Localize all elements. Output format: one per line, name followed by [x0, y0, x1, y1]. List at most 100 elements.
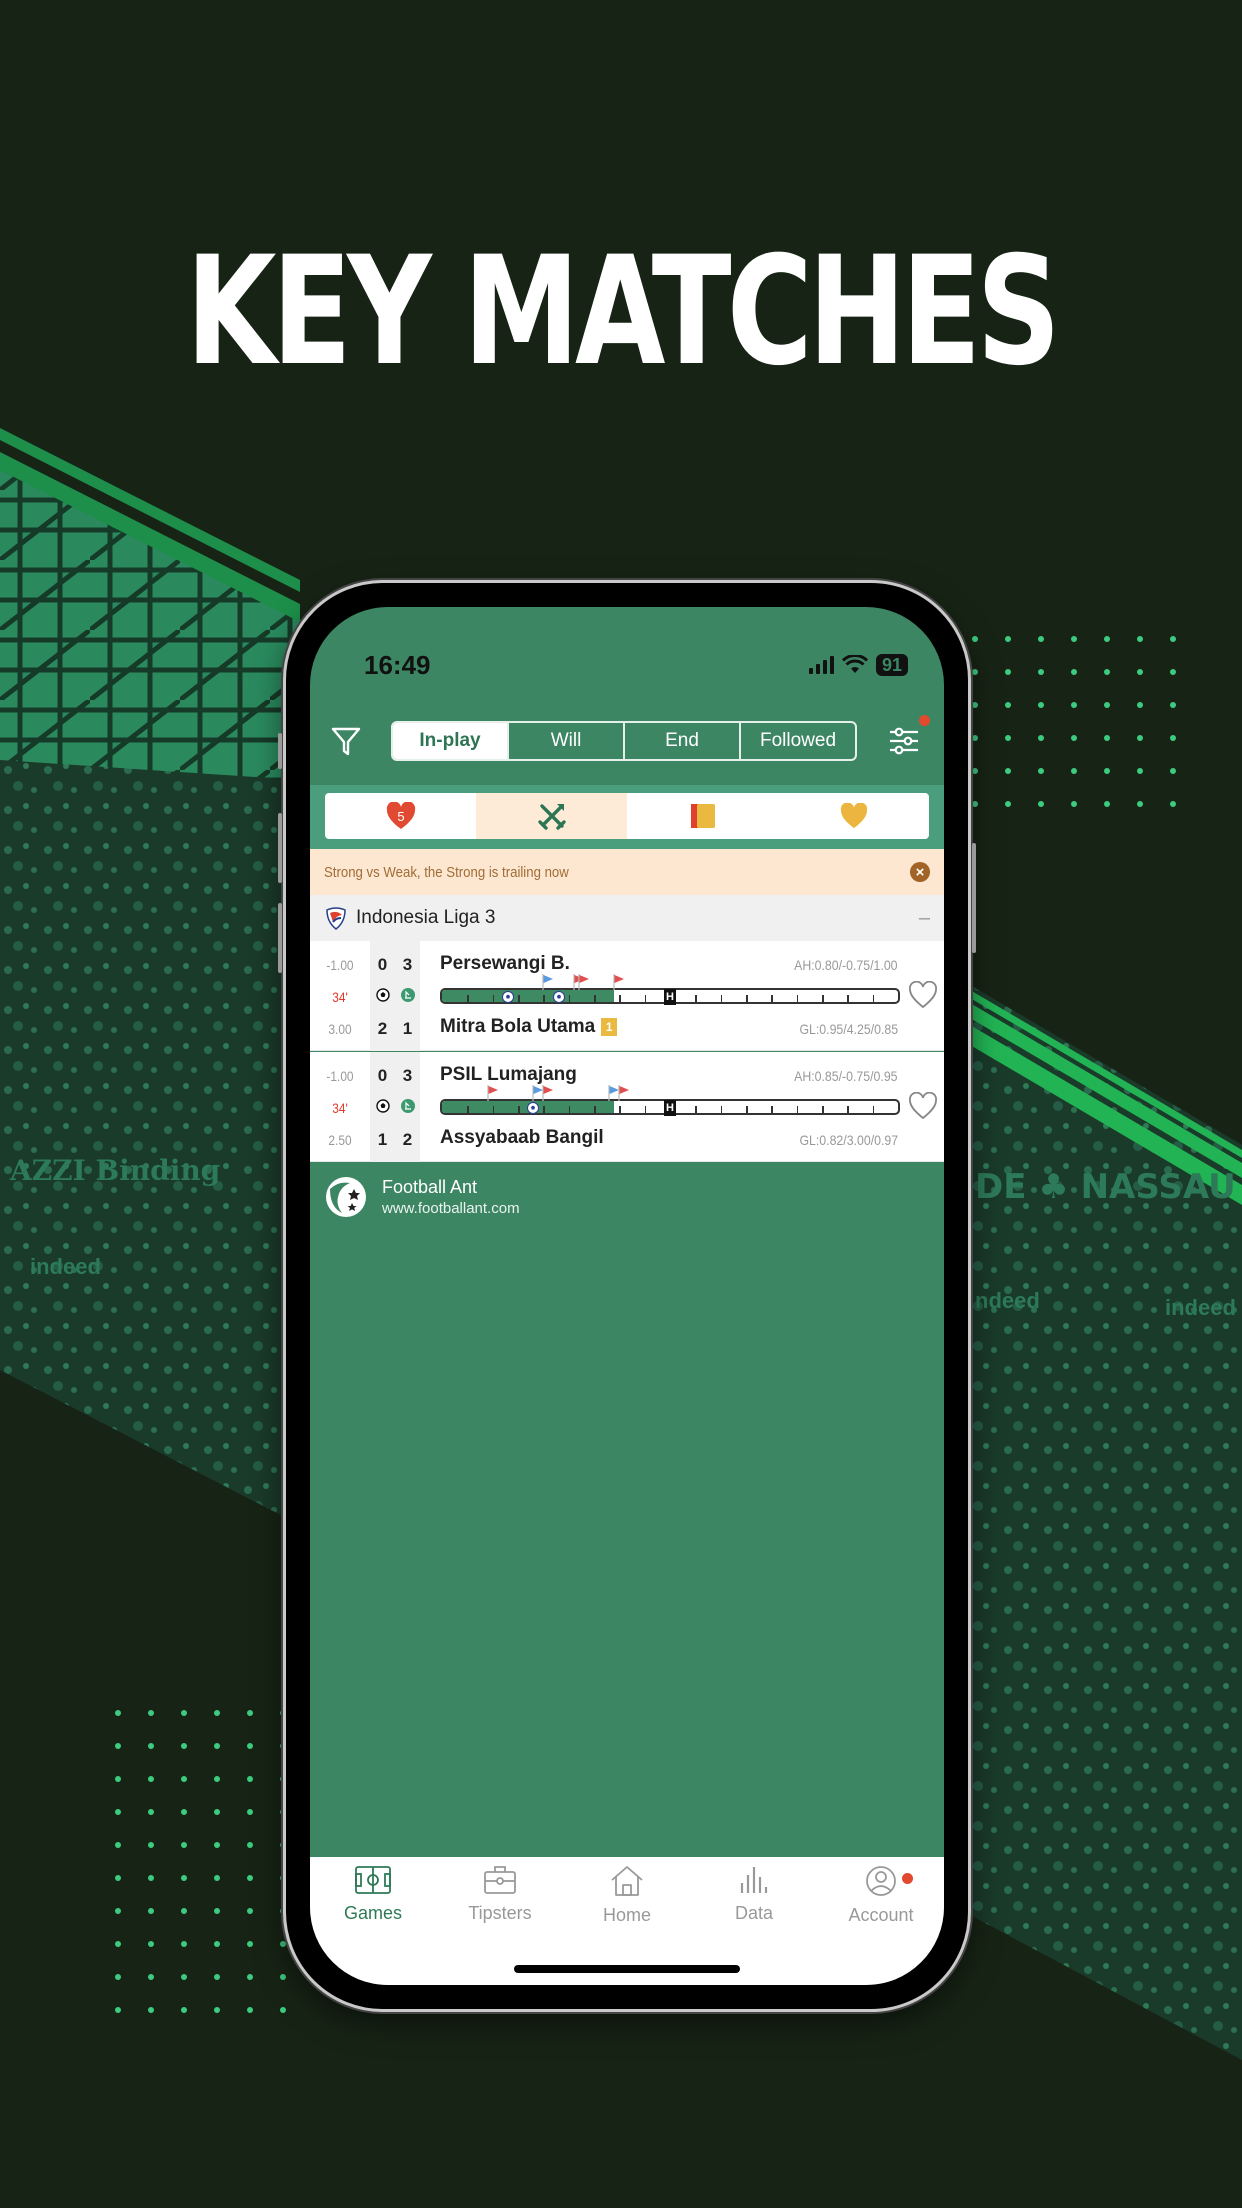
away-corner-count: 1 — [402, 1019, 413, 1038]
category-hot-button[interactable]: 5 — [325, 793, 476, 839]
league-logo-icon — [326, 907, 346, 930]
power-button — [972, 843, 976, 953]
total-line: 3.00 — [328, 1021, 352, 1037]
timeline-tick — [467, 995, 469, 1002]
tab-followed[interactable]: Followed — [739, 723, 855, 759]
nav-games[interactable]: Games — [310, 1865, 436, 1924]
yellow-card-badge: 1 — [601, 1018, 618, 1036]
svg-text:indeed: indeed — [30, 1254, 101, 1279]
alert-banner: Strong vs Weak, the Strong is trailing n… — [310, 849, 944, 895]
pitch-icon — [355, 1866, 391, 1894]
timeline-tick — [695, 1106, 697, 1113]
timeline-tick — [872, 1106, 875, 1113]
category-filter-band: 5 — [310, 785, 944, 849]
tab-in-play[interactable]: In-play — [393, 723, 507, 759]
tab-end[interactable]: End — [623, 723, 739, 759]
nav-tipsters[interactable]: Tipsters — [437, 1865, 563, 1924]
user-icon — [866, 1866, 896, 1896]
handicap-line: -1.00 — [326, 957, 354, 973]
follow-heart-icon[interactable] — [908, 981, 938, 1009]
match-row[interactable]: -1.00 34' 3.00 0 3 2 1 Persewangi B. Mit… — [310, 941, 944, 1051]
volume-down-button — [278, 903, 282, 973]
collapse-league-button[interactable]: – — [919, 907, 930, 930]
match-status-tabs: In-play Will End Followed — [391, 721, 857, 761]
bar-chart-icon — [740, 1867, 768, 1893]
match-minute: 34' — [332, 1100, 348, 1116]
promo-headline: KEY MATCHES — [185, 225, 1061, 399]
brand-name: Football Ant — [382, 1177, 478, 1197]
timeline-tick — [847, 1106, 849, 1113]
nav-account-label: Account — [848, 1905, 914, 1925]
home-half-score: 0 — [377, 955, 388, 974]
house-icon — [611, 1866, 643, 1896]
phone-frame: 16:49 91 In-play Will End Followed 5 Str… — [278, 580, 976, 2012]
nav-home-label: Home — [602, 1905, 651, 1925]
timeline-tick — [594, 995, 596, 1002]
settings-sliders-icon[interactable] — [886, 723, 922, 759]
settings-notification-dot — [919, 715, 930, 726]
home-half-score: 0 — [377, 1066, 388, 1085]
mute-switch — [278, 733, 282, 769]
away-corner-count: 2 — [402, 1130, 413, 1149]
away-team-name: Mitra Bola Utama — [440, 1016, 596, 1037]
halftime-marker: H — [664, 989, 676, 1005]
nav-games-label: Games — [343, 1903, 403, 1923]
nav-data[interactable]: Data — [691, 1865, 817, 1924]
match-minute: 34' — [332, 989, 348, 1005]
corner-icon — [401, 988, 415, 1002]
league-header[interactable]: Indonesia Liga 3 – — [310, 895, 944, 941]
goal-event-icon — [501, 991, 514, 1003]
timeline-tick — [518, 1106, 520, 1113]
brand-url[interactable]: www.footballant.com — [382, 1200, 520, 1217]
corner-away-flag-icon — [486, 1085, 498, 1101]
category-cards-button[interactable] — [627, 793, 778, 839]
corner-away-flag-icon — [542, 1085, 554, 1101]
football-ant-logo-icon — [326, 1177, 366, 1217]
timeline-tick — [568, 1106, 571, 1113]
timeline-tick — [720, 995, 723, 1002]
app-screen: 16:49 91 In-play Will End Followed 5 Str… — [310, 607, 944, 1985]
halftime-marker: H — [664, 1100, 676, 1116]
follow-heart-icon[interactable] — [908, 1092, 938, 1120]
svg-text:ndeed: ndeed — [975, 1288, 1040, 1313]
filter-icon[interactable] — [328, 723, 364, 759]
account-notification-dot — [902, 1873, 913, 1884]
category-favorites-button[interactable] — [778, 793, 929, 839]
timeline-tick — [822, 995, 824, 1002]
home-corner-count: 3 — [402, 955, 413, 974]
asian-handicap-odds: AH:0.80/-0.75/1.00 — [794, 957, 898, 973]
goal-event-icon — [527, 1102, 540, 1114]
category-strong-vs-weak-button[interactable] — [476, 793, 627, 839]
timeline-tick — [492, 995, 495, 1002]
close-alert-icon[interactable]: × — [910, 862, 930, 882]
match-timeline: H — [440, 1085, 900, 1116]
tab-will[interactable]: Will — [507, 723, 623, 759]
timeline-tick — [847, 995, 849, 1002]
briefcase-icon — [484, 1866, 516, 1894]
nav-home[interactable]: Home — [564, 1865, 690, 1926]
timeline-tick — [771, 1106, 773, 1113]
signal-icon — [808, 656, 834, 674]
timeline-tick — [543, 1106, 545, 1113]
handicap-line: -1.00 — [326, 1068, 354, 1084]
bottom-navigation: Games Tipsters Home Data Account — [310, 1857, 944, 1985]
status-bar: 16:49 91 — [310, 607, 944, 697]
goal-ball-icon — [376, 988, 390, 1002]
timeline-tick — [822, 1106, 824, 1113]
svg-text:indeed: indeed — [1165, 1295, 1236, 1320]
timeline-tick — [492, 1106, 495, 1113]
away-team-name: Assyabaab Bangil — [440, 1127, 604, 1148]
league-name: Indonesia Liga 3 — [356, 907, 496, 928]
match-row[interactable]: -1.00 34' 2.50 0 3 1 2 PSIL Lumajang Ass… — [310, 1052, 944, 1162]
corner-away-flag-icon — [618, 1085, 630, 1101]
timeline-tick — [746, 1106, 748, 1113]
timeline-tick — [467, 1106, 469, 1113]
timeline-tick — [796, 1106, 799, 1113]
crossed-swords-icon — [537, 804, 566, 830]
timeline-tick — [720, 1106, 723, 1113]
timeline-tick — [644, 1106, 647, 1113]
nav-account[interactable]: Account — [818, 1865, 944, 1926]
footer-brand: Football Ant www.footballant.com — [324, 1175, 520, 1219]
card-icon — [690, 804, 715, 828]
timeline-tick — [746, 995, 748, 1002]
